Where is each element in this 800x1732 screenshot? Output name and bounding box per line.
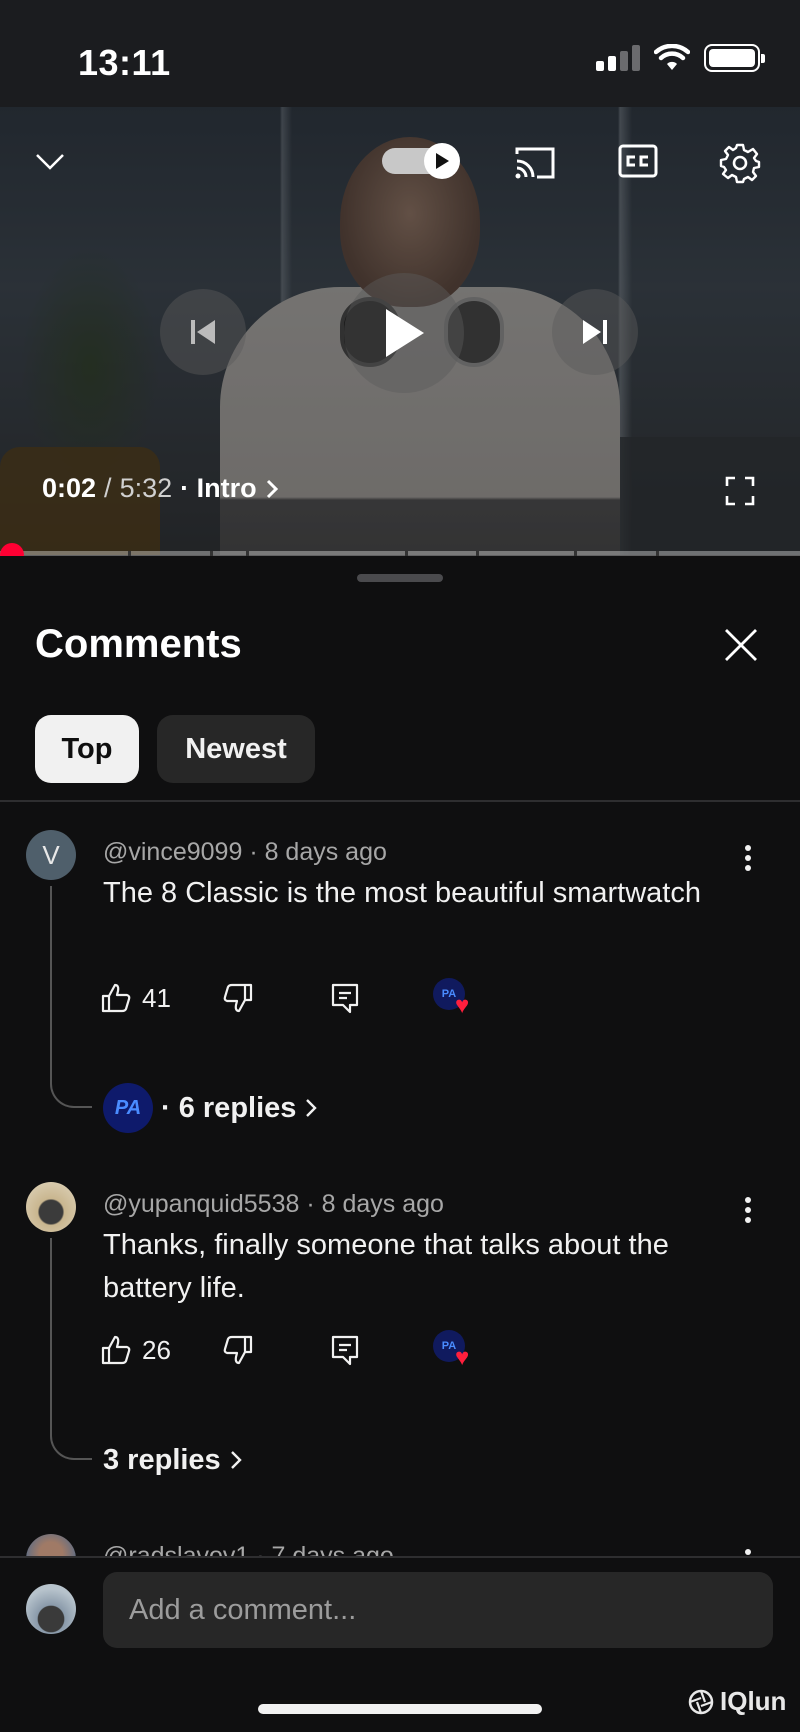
- cast-button[interactable]: [512, 143, 558, 183]
- heart-icon: ♥: [455, 992, 470, 1019]
- replies-label: 3 replies: [103, 1443, 221, 1476]
- like-button[interactable]: 26: [100, 1330, 171, 1370]
- creator-avatar: PA: [103, 1083, 153, 1133]
- close-comments-button[interactable]: [722, 626, 760, 664]
- replies-label: · 6 replies: [161, 1091, 297, 1124]
- wifi-icon: [654, 44, 690, 70]
- comment-author[interactable]: @yupanquid5538: [103, 1190, 299, 1218]
- video-player[interactable]: 0:02 / 5:32 · Intro: [0, 107, 800, 555]
- thread-line: [50, 1238, 92, 1460]
- captions-button[interactable]: [617, 143, 659, 179]
- thumbs-up-icon: [101, 983, 131, 1013]
- autoplay-play-icon: [424, 143, 460, 179]
- comment-more-button[interactable]: [730, 838, 766, 878]
- chapter-label: · Intro: [180, 473, 257, 503]
- status-time: 13:11: [78, 42, 171, 83]
- play-icon: [386, 309, 424, 357]
- comment-age: · 8 days ago: [249, 838, 387, 866]
- sheet-drag-handle[interactable]: [357, 574, 443, 582]
- play-button[interactable]: [344, 273, 464, 393]
- fullscreen-button[interactable]: [722, 473, 758, 509]
- time-separator: /: [104, 473, 112, 503]
- chevron-right-icon: [230, 1451, 242, 1469]
- skip-next-icon: [583, 320, 607, 344]
- aperture-logo-icon: [688, 1689, 714, 1714]
- minimize-player-button[interactable]: [30, 142, 70, 182]
- reply-comment-icon: [331, 983, 359, 1014]
- my-avatar[interactable]: [26, 1584, 76, 1634]
- cast-icon: [515, 147, 555, 179]
- previous-video-button[interactable]: [160, 289, 246, 375]
- like-count: 26: [142, 1334, 171, 1365]
- divider: [0, 800, 800, 802]
- reply-comment-icon: [331, 1335, 359, 1366]
- status-bar: 13:11: [0, 0, 800, 107]
- current-time: 0:02: [42, 473, 97, 503]
- reply-button[interactable]: [330, 978, 360, 1018]
- tab-top[interactable]: Top: [35, 715, 139, 783]
- creator-heart-badge: PA ♥: [433, 978, 477, 1018]
- cellular-signal-icon: [596, 45, 640, 71]
- thumbs-down-icon: [223, 983, 253, 1013]
- video-timecode[interactable]: 0:02 / 5:32 · Intro: [42, 473, 279, 504]
- settings-button[interactable]: [718, 141, 762, 185]
- battery-icon: [704, 44, 765, 72]
- comments-title: Comments: [35, 622, 242, 666]
- comment-composer: IQlun: [0, 1556, 800, 1732]
- comment-text: Thanks, finally someone that talks about…: [103, 1229, 669, 1304]
- fullscreen-icon: [725, 476, 755, 506]
- dislike-button[interactable]: [222, 978, 254, 1018]
- comment-meta: @vince9099 · 8 days ago: [103, 838, 387, 867]
- comment-actions: 26 PA ♥: [100, 1330, 700, 1370]
- view-replies-button[interactable]: PA · 6 replies: [103, 1082, 318, 1134]
- status-icons: [596, 44, 765, 72]
- creator-heart-badge: PA ♥: [433, 1330, 477, 1370]
- chevron-right-icon: [306, 1099, 318, 1117]
- closed-captions-icon: [618, 144, 658, 178]
- comment-author[interactable]: @vince9099: [103, 838, 242, 866]
- watermark: IQlun: [688, 1686, 786, 1717]
- avatar[interactable]: [26, 1534, 76, 1558]
- avatar[interactable]: [26, 1182, 76, 1232]
- more-vertical-icon: [745, 1197, 751, 1223]
- thumbs-down-icon: [223, 1335, 253, 1365]
- comment-meta: @yupanquid5538 · 8 days ago: [103, 1190, 444, 1219]
- like-count: 41: [142, 982, 171, 1013]
- next-video-button[interactable]: [552, 289, 638, 375]
- chevron-right-icon: [266, 479, 278, 498]
- heart-icon: ♥: [455, 1344, 470, 1371]
- watermark-text: IQlun: [720, 1686, 787, 1716]
- comment-thread: @radslavov1 · 7 days ago: [0, 1528, 800, 1558]
- reply-button[interactable]: [330, 1330, 360, 1370]
- chevron-down-icon: [36, 154, 64, 170]
- comment-actions: 41 PA ♥: [100, 978, 700, 1018]
- dislike-button[interactable]: [222, 1330, 254, 1370]
- comment-text: The 8 Classic is the most beautiful smar…: [103, 877, 701, 909]
- thumbs-up-icon: [101, 1335, 131, 1365]
- avatar[interactable]: V: [26, 830, 76, 880]
- more-vertical-icon: [745, 845, 751, 871]
- video-duration: 5:32: [119, 473, 173, 503]
- autoplay-toggle[interactable]: [380, 143, 460, 179]
- skip-previous-icon: [191, 320, 215, 344]
- home-indicator[interactable]: [258, 1704, 542, 1714]
- comment-more-button[interactable]: [730, 1190, 766, 1230]
- view-replies-button[interactable]: 3 replies: [103, 1434, 243, 1486]
- add-comment-input[interactable]: [103, 1572, 773, 1648]
- thread-line: [50, 886, 92, 1108]
- tab-newest[interactable]: Newest: [157, 715, 315, 783]
- gear-icon: [719, 143, 761, 184]
- comment-age: · 8 days ago: [306, 1190, 444, 1218]
- close-icon: [725, 629, 757, 661]
- like-button[interactable]: 41: [100, 978, 171, 1018]
- comments-sheet: Comments Top Newest V @vince9099 · 8 day…: [0, 556, 800, 1732]
